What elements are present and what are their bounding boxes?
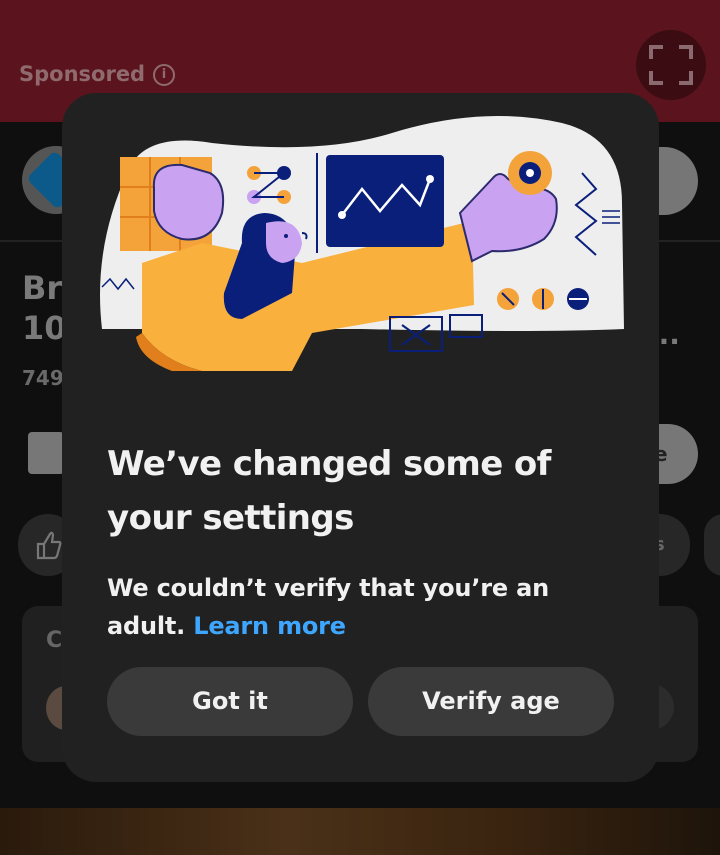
got-it-button[interactable]: Got it [107, 667, 353, 736]
info-icon[interactable]: i [153, 64, 175, 86]
comments-label: C [46, 628, 63, 653]
fullscreen-icon [649, 45, 693, 85]
view-count: 749 [22, 366, 64, 390]
channel-icon [28, 432, 64, 474]
learn-more-link[interactable]: Learn more [193, 612, 346, 640]
video-title: Br 10 [22, 269, 67, 347]
settings-illustration [100, 115, 624, 371]
dialog-heading: We’ve changed some of your settings [107, 444, 551, 538]
next-video-thumbnail[interactable] [0, 808, 720, 855]
more-chip[interactable] [704, 514, 720, 576]
sponsored-label: Sponsored [19, 62, 146, 86]
settings-changed-dialog: We’ve changed some of your settings We c… [62, 93, 659, 782]
verify-age-button[interactable]: Verify age [368, 667, 614, 736]
fullscreen-button[interactable] [636, 30, 706, 100]
dialog-message: We couldn’t verify that you’re an adult.… [107, 569, 607, 645]
